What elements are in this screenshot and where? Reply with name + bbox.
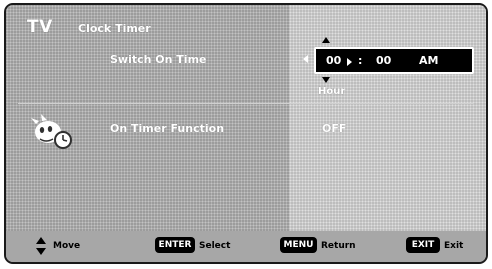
exit-label: Exit [444, 241, 464, 251]
time-separator: : [358, 54, 363, 67]
menu-screen: TV Clock Timer Switch On Time 00 : 00 AM… [6, 5, 486, 231]
menu-key[interactable]: MENU [280, 237, 317, 253]
menu-item-on-timer-function[interactable]: On Timer Function [110, 122, 224, 135]
hour-value[interactable]: 00 [326, 54, 341, 67]
help-bar: Move ENTER Select MENU Return EXIT Exit [6, 231, 486, 262]
field-label-hour: Hour [318, 86, 346, 97]
up-down-arrow-icon [36, 237, 46, 255]
time-selector[interactable]: 00 : 00 AM [314, 47, 474, 74]
osd-window: TV Clock Timer Switch On Time 00 : 00 AM… [4, 3, 488, 264]
on-timer-value[interactable]: OFF [322, 122, 346, 135]
tv-mascot-icon [31, 114, 72, 149]
minute-value[interactable]: 00 [376, 54, 391, 67]
move-label: Move [53, 241, 81, 251]
return-label: Return [321, 241, 356, 251]
enter-key[interactable]: ENTER [155, 237, 195, 253]
ampm-value[interactable]: AM [419, 54, 438, 67]
menu-item-switch-on-time[interactable]: Switch On Time [110, 53, 207, 66]
select-label: Select [199, 241, 231, 251]
value-panel [289, 5, 486, 231]
menu-title: Clock Timer [78, 22, 151, 35]
tv-label: TV [27, 17, 53, 37]
divider [18, 103, 474, 104]
exit-key[interactable]: EXIT [406, 237, 440, 253]
chevron-down-icon[interactable] [322, 77, 330, 83]
chevron-left-icon[interactable] [303, 55, 308, 63]
chevron-right-icon [347, 58, 352, 66]
chevron-up-icon[interactable] [322, 37, 330, 43]
